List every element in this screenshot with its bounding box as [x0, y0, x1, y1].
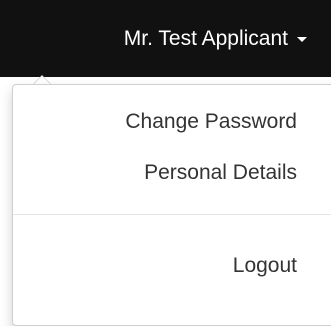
caret-down-icon: [297, 37, 307, 42]
logout-link[interactable]: Logout: [35, 252, 331, 280]
personal-details-link[interactable]: Personal Details: [35, 159, 331, 187]
dropdown-pointer-fill: [34, 76, 50, 84]
top-navbar: Mr. Test Applicant: [0, 0, 331, 77]
change-password-link[interactable]: Change Password: [35, 108, 331, 136]
user-menu-toggle[interactable]: Mr. Test Applicant: [124, 0, 307, 77]
menu-divider: [13, 214, 331, 215]
user-name-label: Mr. Test Applicant: [123, 26, 288, 50]
